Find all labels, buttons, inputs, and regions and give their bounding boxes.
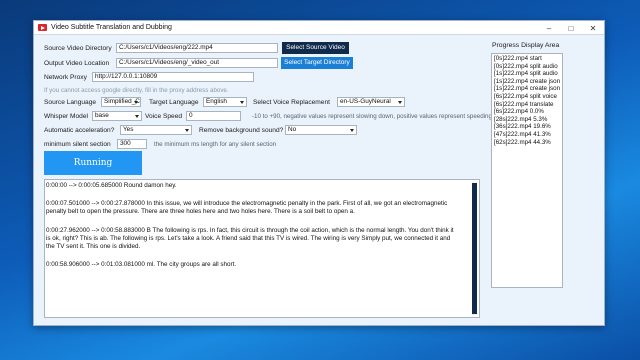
chevron-down-icon (350, 129, 354, 132)
source-language-select[interactable]: Simplified_C (101, 97, 141, 107)
maximize-icon[interactable]: □ (560, 21, 582, 35)
bg-sound-select[interactable]: No (285, 125, 357, 135)
whisper-model-value: base (95, 112, 109, 119)
voice-select[interactable]: en-US-GuyNeural (337, 97, 405, 107)
whisper-model-label: Whisper Model (44, 113, 88, 120)
subtitle-line: 0:00:07.501000 --> 0:00:27.878000 In thi… (46, 200, 448, 216)
progress-line: [62s]222.mp4 44.3% (494, 138, 551, 146)
whisper-model-select[interactable]: base (92, 111, 142, 121)
progress-line: [36s]222.mp4 19.6% (494, 123, 551, 131)
target-language-select[interactable]: English (203, 97, 247, 107)
progress-line: [6s]222.mp4 translate (494, 100, 554, 108)
proxy-input[interactable]: http://127.0.0.1:10809 (92, 72, 254, 82)
accel-label: Automatic acceleration? (44, 127, 115, 134)
chevron-down-icon (398, 101, 402, 104)
progress-line: [0s]222.mp4 start (494, 55, 542, 62)
close-icon[interactable]: ✕ (582, 21, 604, 35)
progress-title: Progress Display Area (492, 42, 560, 49)
source-dir-label: Source Video Directory (44, 45, 112, 52)
progress-line: [1s]222.mp4 create json (494, 77, 561, 85)
proxy-label: Network Proxy (44, 74, 87, 81)
chevron-down-icon (135, 115, 139, 118)
scrollbar-thumb[interactable] (472, 183, 477, 314)
silent-label: minimum silent section (44, 141, 111, 148)
window-title: Video Subtitle Translation and Dubbing (51, 24, 172, 31)
source-language-label: Source Language (44, 99, 97, 106)
silent-input[interactable]: 300 (117, 139, 147, 149)
progress-line: [1s]222.mp4 create json (494, 85, 561, 93)
chevron-down-icon (185, 129, 189, 132)
source-dir-input[interactable]: C:/Users/c1/Videos/eng/222.mp4 (116, 43, 278, 53)
voice-speed-input[interactable]: 0 (186, 111, 241, 121)
minimize-icon[interactable]: – (538, 21, 560, 35)
app-window: Video Subtitle Translation and Dubbing –… (33, 20, 605, 326)
target-language-label: Target Language (149, 99, 199, 106)
select-target-button[interactable]: Select Target Directory (281, 57, 353, 69)
subtitle-line: 0:00:27.962000 --> 0:00:58.883000 B The … (46, 226, 454, 251)
app-icon (38, 24, 47, 31)
progress-line: [1s]222.mp4 split audio (494, 70, 558, 78)
progress-line: [6s]222.mp4 split voice (494, 92, 557, 100)
accel-select[interactable]: Yes (120, 125, 192, 135)
progress-display: [0s]222.mp4 start [0s]222.mp4 split audi… (491, 53, 563, 288)
target-language-value: English (206, 98, 227, 105)
proxy-hint: If you cannot access google directly, fi… (44, 87, 229, 94)
chevron-down-icon (134, 101, 138, 104)
progress-line: [6s]222.mp4 0.0% (494, 108, 544, 116)
run-button[interactable]: Running (44, 151, 142, 175)
select-source-button[interactable]: Select Source Video (282, 42, 349, 54)
output-loc-label: Output Video Location (44, 60, 110, 67)
progress-line: [0s]222.mp4 split audio (494, 62, 558, 70)
title-bar: Video Subtitle Translation and Dubbing –… (34, 21, 604, 35)
progress-line: [47s]222.mp4 41.3% (494, 130, 551, 138)
subtitle-output-area[interactable]: 0:00:00 --> 0:00:05.685000 Round damon h… (44, 179, 480, 318)
bg-sound-label: Remove background sound? (199, 127, 284, 134)
output-loc-input[interactable]: C:/Users/c1/Videos/eng/_video_out (116, 58, 278, 68)
silent-hint: the minimum ms length for any silent sec… (154, 141, 277, 148)
subtitle-line: 0:00:58.906000 --> 0:01:03.081000 ml. Th… (46, 261, 237, 269)
voice-speed-label: Voice Speed (145, 113, 183, 120)
voice-speed-hint: -10 to +90, negative values represent sl… (252, 113, 501, 120)
accel-value: Yes (123, 126, 134, 133)
subtitle-line: 0:00:00 --> 0:00:05.685000 Round damon h… (46, 182, 177, 189)
bg-sound-value: No (288, 126, 297, 133)
progress-line: [28s]222.mp4 5.3% (494, 115, 548, 123)
voice-value: en-US-GuyNeural (340, 98, 391, 105)
chevron-down-icon (240, 101, 244, 104)
voice-label: Select Voice Replacement (253, 99, 330, 106)
